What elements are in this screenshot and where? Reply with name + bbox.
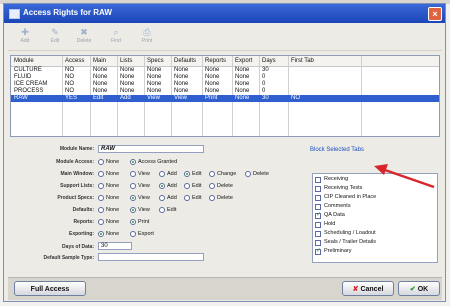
ok-label: OK <box>417 286 429 293</box>
cancel-icon: ✘ <box>352 286 359 293</box>
cancel-label: Cancel <box>360 286 384 293</box>
ok-icon: ✔ <box>409 286 416 293</box>
cancel-button[interactable]: ✘ Cancel <box>342 281 394 296</box>
ok-button[interactable]: ✔ OK <box>398 281 440 296</box>
bottom-bar: Full Access ✘ Cancel ✔ OK <box>8 277 442 300</box>
access-rights-window: Access Rights for RAW × ✚ Add ✎ Edit ✖ Dele… <box>3 3 446 302</box>
red-annotation-arrow <box>374 164 435 189</box>
full-access-button[interactable]: Full Access <box>14 281 86 296</box>
